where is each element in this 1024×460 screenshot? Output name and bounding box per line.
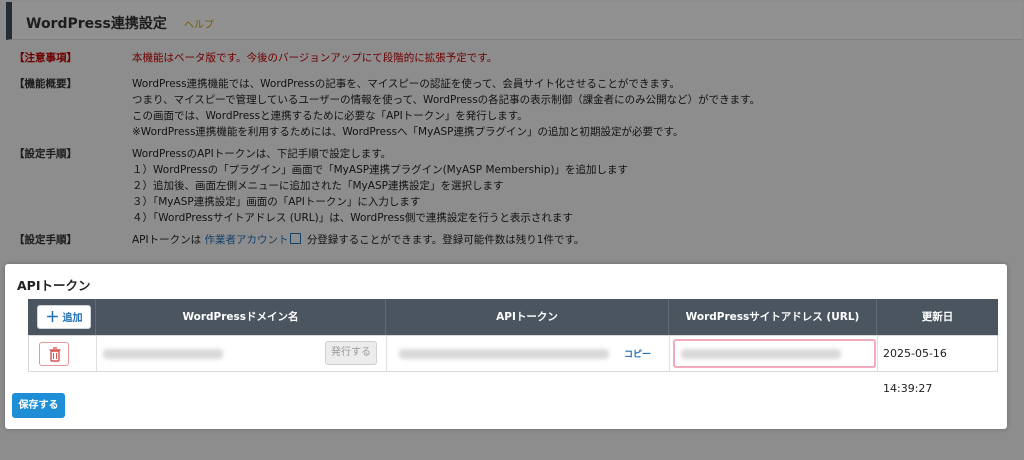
td-site-url (670, 336, 878, 371)
issue-token-button[interactable]: 発行する (325, 341, 377, 365)
updated-date: 2025-05-16 14:39:27 (883, 347, 947, 395)
save-button[interactable]: 保存する (12, 393, 65, 418)
th-api-token: APIトークン (386, 299, 669, 335)
plus-icon: ＋ (45, 310, 60, 326)
th-site-url: WordPressサイトアドレス (URL) (669, 299, 877, 335)
th-actions: ＋追加 (28, 299, 96, 335)
th-domain: WordPressドメイン名 (96, 299, 386, 335)
domain-value-redacted (103, 349, 223, 359)
api-token-panel: APIトークン ＋追加 WordPressドメイン名 APIトークン WordP… (5, 264, 1007, 429)
table-row: 発行する コピー 2025-05-16 14:39:27 (28, 335, 999, 395)
td-updated: 2025-05-16 14:39:27 (878, 336, 999, 395)
token-value-redacted (399, 349, 609, 359)
trash-icon (49, 347, 61, 362)
site-url-field[interactable] (673, 339, 876, 368)
delete-button[interactable] (39, 342, 69, 366)
table-header: ＋追加 WordPressドメイン名 APIトークン WordPressサイトア… (28, 299, 998, 335)
td-api-token: コピー (387, 336, 670, 371)
panel-title: APIトークン (17, 278, 91, 293)
url-value-redacted (681, 349, 841, 359)
copy-link[interactable]: コピー (624, 347, 651, 360)
add-label: 追加 (62, 313, 83, 324)
th-updated: 更新日 (921, 311, 954, 323)
td-actions (29, 336, 97, 371)
td-domain: 発行する (97, 336, 387, 371)
add-button[interactable]: ＋追加 (37, 305, 91, 329)
